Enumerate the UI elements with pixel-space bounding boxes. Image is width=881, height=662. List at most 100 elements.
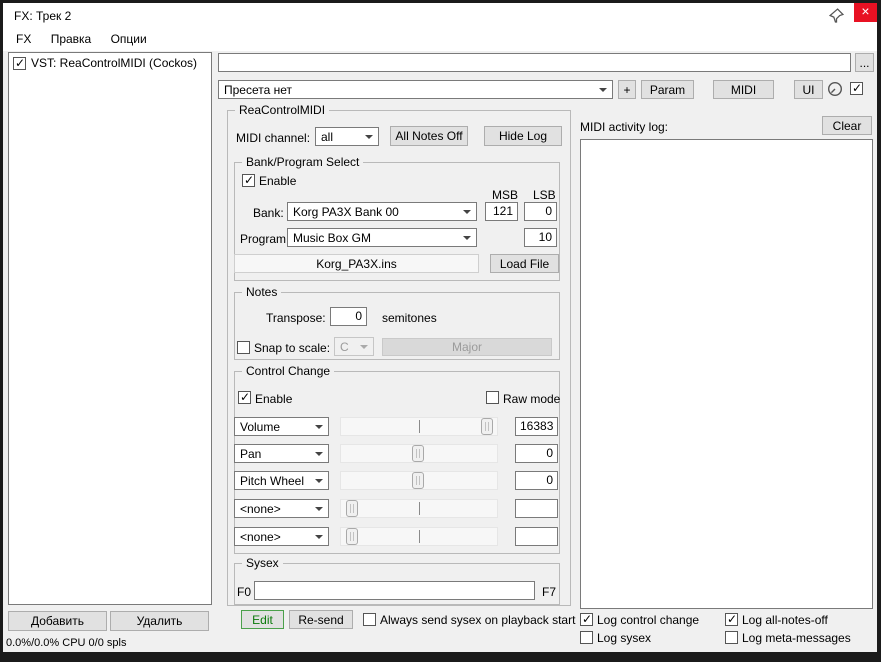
log-meta-messages-checkbox[interactable]: [725, 631, 738, 644]
menu-item-fx[interactable]: FX: [8, 29, 39, 49]
clear-log-button[interactable]: Clear: [822, 116, 872, 135]
log-meta-messages-label: Log meta-messages: [742, 631, 851, 645]
chevron-down-icon: [315, 425, 323, 429]
scale-root-value: C: [340, 340, 349, 354]
load-file-button[interactable]: Load File: [490, 254, 559, 273]
menubar: FX Правка Опции: [3, 29, 877, 51]
program-number-field[interactable]: 10: [524, 228, 557, 247]
log-sysex-label: Log sysex: [597, 631, 652, 645]
cc-value-field[interactable]: [515, 499, 558, 518]
midi-channel-combo[interactable]: all: [315, 127, 379, 146]
cc-enable-checkbox[interactable]: [238, 390, 251, 404]
scale-root-combo[interactable]: C: [334, 337, 374, 356]
raw-mode-label: Raw mode: [503, 392, 561, 406]
sysex-title: Sysex: [242, 556, 283, 570]
midi-activity-log-area[interactable]: [580, 139, 873, 609]
program-combo[interactable]: Music Box GM: [287, 228, 477, 247]
f0-label: F0: [237, 585, 252, 599]
cc-value: Volume: [240, 420, 281, 434]
slider-handle[interactable]: [412, 445, 424, 462]
transpose-field[interactable]: 0: [330, 307, 367, 326]
titlebar: FX: Трек 2 ×: [3, 3, 877, 29]
cpu-status: 0.0%/0.0% CPU 0/0 spls: [6, 637, 127, 649]
bank-msb-field[interactable]: 121: [485, 202, 518, 221]
fx-comment-input[interactable]: [218, 53, 851, 72]
remove-fx-button[interactable]: Удалить: [110, 611, 209, 631]
cc-value: Pan: [240, 447, 262, 461]
bank-program-title: Bank/Program Select: [242, 155, 364, 169]
cc-value-field[interactable]: 0: [515, 444, 558, 463]
chevron-down-icon: [315, 479, 323, 483]
cc-slider[interactable]: [340, 417, 498, 436]
cc-value: <none>: [240, 502, 281, 516]
sysex-field[interactable]: [254, 581, 535, 600]
chevron-down-icon: [463, 236, 471, 240]
cc-value-field[interactable]: 16383: [515, 417, 558, 436]
cc-slider[interactable]: [340, 444, 498, 463]
cc-select-combo[interactable]: Pitch Wheel: [234, 471, 329, 490]
all-notes-off-button[interactable]: All Notes Off: [390, 126, 468, 146]
slider-handle[interactable]: [412, 472, 424, 489]
sysex-edit-button[interactable]: Edit: [241, 610, 284, 629]
control-change-title: Control Change: [242, 364, 335, 378]
cc-select-combo[interactable]: <none>: [234, 499, 329, 518]
slider-handle[interactable]: [346, 528, 358, 545]
more-button[interactable]: ...: [855, 53, 874, 72]
menu-item-edit[interactable]: Правка: [43, 29, 100, 49]
log-control-change-label: Log control change: [597, 613, 700, 627]
slider-handle[interactable]: [481, 418, 493, 435]
cc-enable-label: Enable: [255, 392, 293, 406]
cc-value-field[interactable]: 0: [515, 471, 558, 490]
chevron-down-icon: [463, 210, 471, 214]
close-button[interactable]: ×: [854, 3, 877, 22]
program-label: Program:: [240, 232, 290, 246]
menu-item-options[interactable]: Опции: [103, 29, 155, 49]
scale-type-button[interactable]: Major: [382, 338, 552, 356]
bank-combo[interactable]: Korg PA3X Bank 00: [287, 202, 477, 221]
add-preset-button[interactable]: +: [618, 80, 636, 99]
fx-list[interactable]: VST: ReaControlMIDI (Cockos): [8, 52, 212, 605]
slider-handle[interactable]: [346, 500, 358, 517]
fx-list-item[interactable]: VST: ReaControlMIDI (Cockos): [9, 53, 211, 73]
ui-button[interactable]: UI: [794, 80, 823, 99]
raw-mode-checkbox[interactable]: [486, 391, 499, 404]
cc-value-field[interactable]: [515, 527, 558, 546]
cc-value: Pitch Wheel: [240, 474, 305, 488]
f7-label: F7: [542, 585, 557, 599]
sysex-resend-button[interactable]: Re-send: [289, 610, 353, 629]
bank-program-enable-label: Enable: [259, 174, 297, 188]
cc-slider[interactable]: [340, 499, 498, 518]
pin-icon[interactable]: [828, 8, 845, 24]
screen: FX: Трек 2 × FX Правка Опции VST: ReaCon…: [0, 0, 881, 662]
add-fx-button[interactable]: Добавить: [8, 611, 107, 631]
cc-select-combo[interactable]: Pan: [234, 444, 329, 463]
cc-select-combo[interactable]: Volume: [234, 417, 329, 436]
cc-slider[interactable]: [340, 471, 498, 490]
log-control-change-checkbox[interactable]: [580, 612, 593, 626]
transpose-label: Transpose:: [266, 311, 326, 325]
window-title: FX: Трек 2: [14, 9, 72, 23]
log-sysex-checkbox[interactable]: [580, 631, 593, 644]
fx-active-checkbox[interactable]: [850, 81, 863, 95]
bank-lsb-field[interactable]: 0: [524, 202, 557, 221]
cc-value: <none>: [240, 530, 281, 544]
cc-slider[interactable]: [340, 527, 498, 546]
fx-item-label: VST: ReaControlMIDI (Cockos): [31, 56, 198, 70]
always-send-sysex-checkbox[interactable]: [363, 613, 376, 626]
log-all-notes-off-checkbox[interactable]: [725, 612, 738, 626]
bank-label: Bank:: [253, 206, 284, 220]
snap-to-scale-checkbox[interactable]: [237, 341, 250, 354]
log-all-notes-off-label: Log all-notes-off: [742, 613, 828, 627]
midi-button[interactable]: MIDI: [713, 80, 774, 99]
fx-enable-checkbox[interactable]: [13, 56, 26, 70]
param-button[interactable]: Param: [641, 80, 694, 99]
ins-file-display: Korg_PA3X.ins: [234, 254, 479, 273]
lsb-label: LSB: [533, 188, 556, 202]
preset-combo[interactable]: Пресета нет: [218, 80, 613, 99]
hide-log-button[interactable]: Hide Log: [484, 126, 562, 146]
bank-program-enable-checkbox[interactable]: [242, 173, 255, 187]
wet-dry-knob-icon[interactable]: [827, 81, 843, 97]
chevron-down-icon: [315, 507, 323, 511]
preset-value: Пресета нет: [224, 83, 293, 97]
cc-select-combo[interactable]: <none>: [234, 527, 329, 546]
